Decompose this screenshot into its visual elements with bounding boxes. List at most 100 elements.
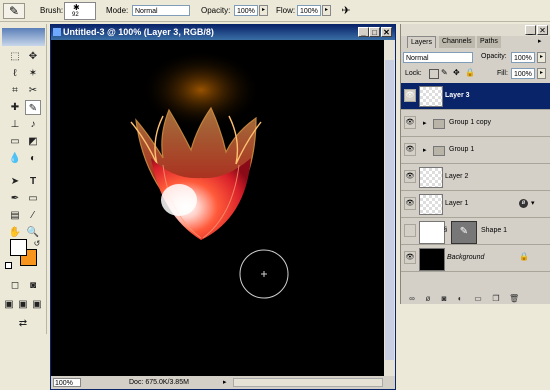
new-adjustment-layer-icon[interactable]: ◐ [455, 294, 465, 303]
panel-close-button[interactable]: ✕ [537, 25, 548, 35]
vertical-scrollbar[interactable] [384, 40, 395, 376]
close-button[interactable]: ✕ [381, 27, 392, 37]
link-layers-icon[interactable]: ∞ [407, 294, 417, 303]
visibility-eye-icon[interactable]: 👁 [404, 89, 416, 102]
visibility-eye-icon[interactable]: 👁 [404, 197, 416, 210]
expand-arrow-icon[interactable]: ▸ [423, 119, 427, 127]
scroll-thumb[interactable] [385, 60, 394, 360]
eraser-tool-icon[interactable]: ▭ [7, 134, 23, 149]
lock-pixels-icon[interactable]: ✎ [441, 68, 448, 77]
new-group-icon[interactable]: ▭ [473, 294, 483, 303]
mode-select[interactable]: Normal [132, 5, 190, 16]
layer-effects-icon[interactable]: ø [519, 199, 528, 208]
tab-layers[interactable]: Layers [407, 36, 437, 48]
layer-name: Background [447, 254, 485, 261]
mask-link-icon[interactable]: § [444, 227, 447, 233]
minimize-button[interactable]: _ [358, 27, 369, 37]
standard-mode-icon[interactable]: ◻ [7, 278, 23, 293]
path-selection-tool-icon[interactable]: ➤ [7, 174, 23, 189]
panel-menu-icon[interactable]: ▸ [538, 37, 542, 45]
add-layer-style-icon[interactable]: ø [423, 294, 433, 303]
layer-row-shape-1[interactable]: 👁 § ✎ Shape 1 [401, 218, 550, 245]
brush-preset-picker[interactable]: ✱ 92 [64, 2, 96, 20]
status-menu-arrow-icon[interactable]: ▸ [223, 376, 227, 389]
layer-row-background[interactable]: 👁 Background 🔒 [401, 245, 550, 272]
lock-position-icon[interactable]: ✥ [453, 68, 460, 77]
flow-label: Flow: [276, 6, 296, 15]
eyedropper-tool-icon[interactable]: ⁄ [25, 208, 41, 223]
fill-slider-button[interactable]: ▸ [537, 68, 546, 79]
canvas[interactable] [51, 40, 384, 376]
visibility-eye-icon[interactable]: 👁 [404, 143, 416, 156]
foreground-color-swatch[interactable] [10, 239, 27, 256]
layer-row-group-1-copy[interactable]: 👁 ▸ Group 1 copy [401, 110, 550, 137]
hand-tool-icon[interactable]: ✋ [7, 225, 23, 240]
opacity-input[interactable]: 100% [234, 5, 258, 16]
crop-tool-icon[interactable]: ⌗ [7, 83, 23, 98]
visibility-eye-icon[interactable]: 👁 [404, 251, 416, 264]
swap-colors-icon[interactable]: ↺ [29, 236, 45, 251]
dodge-tool-icon[interactable]: ◐ [25, 151, 41, 166]
brush-tool-icon[interactable]: ✎ [3, 3, 25, 19]
clone-stamp-tool-icon[interactable]: ⊥ [7, 117, 23, 132]
layer-thumbnail [419, 248, 445, 271]
shape-tool-icon[interactable]: ▭ [25, 191, 41, 206]
notes-tool-icon[interactable]: ▤ [7, 208, 23, 223]
effects-expand-arrow-icon[interactable]: ▾ [531, 199, 535, 207]
maximize-button[interactable]: □ [369, 27, 380, 37]
airbrush-icon[interactable]: ✈ [338, 3, 354, 19]
lasso-tool-icon[interactable]: ℓ [7, 66, 23, 81]
tulip-artwork [130, 50, 289, 299]
slice-tool-icon[interactable]: ✂ [25, 83, 41, 98]
opacity-slider-button[interactable]: ▸ [259, 5, 268, 16]
tab-channels[interactable]: Channels [439, 36, 475, 48]
marquee-tool-icon[interactable]: ⬚ [7, 49, 23, 64]
tab-paths[interactable]: Paths [477, 36, 501, 48]
screen-mode-full-icon[interactable]: ▣ [29, 297, 45, 312]
layer-opacity-slider-button[interactable]: ▸ [537, 52, 546, 63]
folder-icon [433, 146, 445, 156]
visibility-eye-icon[interactable]: 👁 [404, 116, 416, 129]
blend-mode-select[interactable]: Normal [403, 52, 473, 63]
quick-mask-mode-icon[interactable]: ◙ [25, 278, 41, 293]
layer-row-layer-2[interactable]: 👁 Layer 2 [401, 164, 550, 191]
blur-tool-icon[interactable]: 💧 [7, 151, 23, 166]
mode-label: Mode: [106, 6, 129, 15]
gradient-tool-icon[interactable]: ◩ [25, 134, 41, 149]
history-brush-tool-icon[interactable]: ♪ [25, 117, 41, 132]
flow-input[interactable]: 100% [297, 5, 321, 16]
new-layer-icon[interactable]: ❐ [491, 294, 501, 303]
add-layer-mask-icon[interactable]: ◙ [439, 294, 449, 303]
jump-to-imageready-icon[interactable]: ⇄ [15, 316, 31, 331]
type-tool-icon[interactable]: T [25, 174, 41, 189]
delete-layer-icon[interactable]: 🗑 [509, 294, 519, 303]
brush-tool-icon[interactable]: ✎ [25, 100, 41, 115]
horizontal-scrollbar[interactable] [233, 378, 383, 387]
panel-header[interactable]: _ ✕ [401, 24, 550, 36]
panel-dock-area [400, 304, 550, 390]
magic-wand-tool-icon[interactable]: ✶ [25, 66, 41, 81]
layers-panel: _ ✕ Layers Channels Paths ▸ Normal Opaci… [400, 24, 550, 304]
healing-brush-tool-icon[interactable]: ✚ [7, 100, 23, 115]
document-title-bar[interactable]: Untitled-3 @ 100% (Layer 3, RGB/8) _ □ ✕ [51, 25, 395, 40]
lock-all-icon[interactable]: 🔒 [465, 68, 475, 77]
fill-label: Fill: [497, 70, 508, 77]
lock-transparency-icon[interactable] [429, 69, 439, 79]
pen-tool-icon[interactable]: ✒ [7, 191, 23, 206]
default-colors-icon[interactable] [5, 262, 12, 269]
visibility-eye-icon[interactable]: 👁 [404, 224, 416, 237]
flow-slider-button[interactable]: ▸ [322, 5, 331, 16]
layer-row-layer-3[interactable]: 👁 Layer 3 [401, 83, 550, 110]
doc-size-info: Doc: 675.0K/3.85M [129, 379, 189, 386]
panel-minimize-button[interactable]: _ [525, 25, 536, 35]
layer-opacity-input[interactable]: 100% [511, 52, 535, 63]
visibility-eye-icon[interactable]: 👁 [404, 170, 416, 183]
expand-arrow-icon[interactable]: ▸ [423, 146, 427, 154]
brush-label: Brush: [40, 6, 64, 15]
layer-thumbnail [419, 86, 443, 107]
layer-row-group-1[interactable]: 👁 ▸ Group 1 [401, 137, 550, 164]
layer-row-layer-1[interactable]: 👁 Layer 1 ø ▾ [401, 191, 550, 218]
move-tool-icon[interactable]: ✥ [25, 49, 41, 64]
fill-input[interactable]: 100% [511, 68, 535, 79]
zoom-level-field[interactable]: 100% [53, 378, 81, 387]
